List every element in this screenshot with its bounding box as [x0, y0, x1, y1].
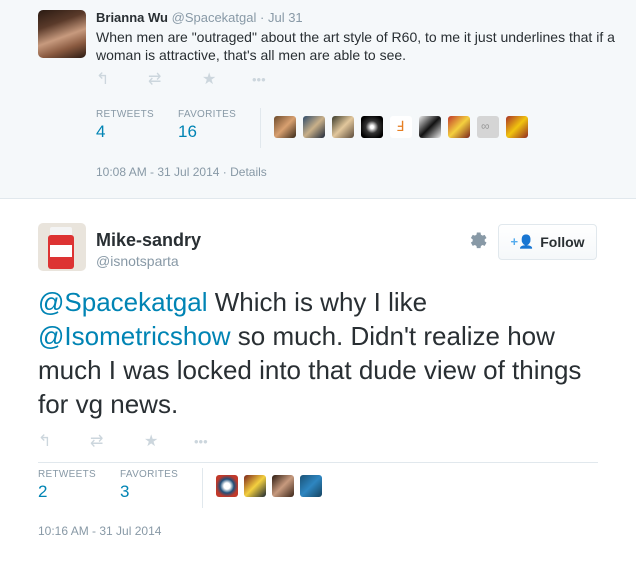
- retweets-label: RETWEETS: [38, 469, 96, 480]
- mention-link[interactable]: @Spacekatgal: [38, 287, 208, 317]
- divider: [38, 462, 598, 463]
- stats-divider: [202, 468, 203, 508]
- tweet-text: @Spacekatgal Which is why I like @Isomet…: [38, 285, 618, 421]
- reply-icon[interactable]: ↰: [38, 432, 51, 452]
- retweet-icon[interactable]: ⇄: [90, 432, 103, 452]
- mention-link[interactable]: @Isometricshow: [38, 321, 231, 351]
- author-name[interactable]: Brianna Wu: [96, 10, 168, 25]
- tweet-text-part: Which is why I like: [207, 287, 428, 317]
- retweets-stat[interactable]: RETWEETS 4: [96, 109, 154, 142]
- favorites-stat[interactable]: FAVORITES 16: [178, 109, 236, 142]
- favoriter-avatar[interactable]: [272, 475, 294, 497]
- tweet-header: Brianna Wu @Spacekatgal · Jul 31: [96, 10, 303, 25]
- retweets-count: 4: [96, 122, 106, 141]
- avatar[interactable]: [38, 10, 86, 58]
- infinity-icon: ∞: [481, 119, 490, 133]
- tweet-text: When men are "outraged" about the art st…: [96, 29, 615, 63]
- retweets-label: RETWEETS: [96, 109, 154, 120]
- reply-icon[interactable]: ↰: [96, 70, 109, 90]
- timestamp-text[interactable]: 10:08 AM - 31 Jul 2014: [96, 165, 219, 179]
- favorites-count: 16: [178, 122, 197, 141]
- swirl-icon: Ⅎ: [396, 118, 405, 134]
- favorites-count: 3: [120, 482, 130, 501]
- follow-button[interactable]: +👤 Follow: [498, 224, 597, 260]
- favorites-label: FAVORITES: [178, 109, 237, 120]
- favoriter-avatar[interactable]: Ⅎ: [390, 116, 412, 138]
- favoriter-avatar[interactable]: [274, 116, 296, 138]
- tweet-date[interactable]: Jul 31: [268, 10, 303, 25]
- favoriter-avatar[interactable]: [300, 475, 322, 497]
- gear-icon[interactable]: [466, 229, 490, 253]
- tweet-timestamp: 10:08 AM - 31 Jul 2014 · Details: [96, 165, 267, 179]
- favoriter-avatar[interactable]: [303, 116, 325, 138]
- retweet-icon[interactable]: ⇄: [148, 70, 161, 90]
- favorite-icon[interactable]: ★: [202, 70, 216, 90]
- more-icon[interactable]: •••: [252, 70, 266, 90]
- stats-divider: [260, 108, 261, 148]
- retweets-stat[interactable]: RETWEETS 2: [38, 469, 96, 502]
- favoriter-avatar[interactable]: [332, 116, 354, 138]
- avatar[interactable]: [38, 223, 86, 271]
- parent-tweet: Brianna Wu @Spacekatgal · Jul 31 When me…: [0, 0, 636, 199]
- favorites-label: FAVORITES: [120, 469, 179, 480]
- author-name[interactable]: Mike-sandry: [96, 230, 201, 251]
- favorites-stat[interactable]: FAVORITES 3: [120, 469, 178, 502]
- favoriter-avatar[interactable]: [361, 116, 383, 138]
- separator: ·: [222, 165, 231, 179]
- tweet-timestamp[interactable]: 10:16 AM - 31 Jul 2014: [38, 524, 161, 538]
- favoriter-avatar[interactable]: [216, 475, 238, 497]
- author-handle[interactable]: @Spacekatgal: [172, 10, 257, 25]
- separator: ·: [260, 10, 265, 25]
- retweets-count: 2: [38, 482, 48, 501]
- details-link[interactable]: Details: [230, 165, 267, 179]
- author-handle[interactable]: @isnotsparta: [96, 253, 179, 269]
- favoriter-avatar[interactable]: ∞: [477, 116, 499, 138]
- favoriter-avatar[interactable]: [506, 116, 528, 138]
- follow-label: Follow: [540, 234, 585, 250]
- favorite-icon[interactable]: ★: [144, 432, 158, 452]
- favoriter-avatar[interactable]: [419, 116, 441, 138]
- favoriter-avatar[interactable]: [448, 116, 470, 138]
- more-icon[interactable]: •••: [194, 432, 208, 452]
- favoriter-avatar[interactable]: [244, 475, 266, 497]
- bottle-label-shape: [50, 245, 72, 257]
- add-user-icon: +👤: [510, 234, 535, 249]
